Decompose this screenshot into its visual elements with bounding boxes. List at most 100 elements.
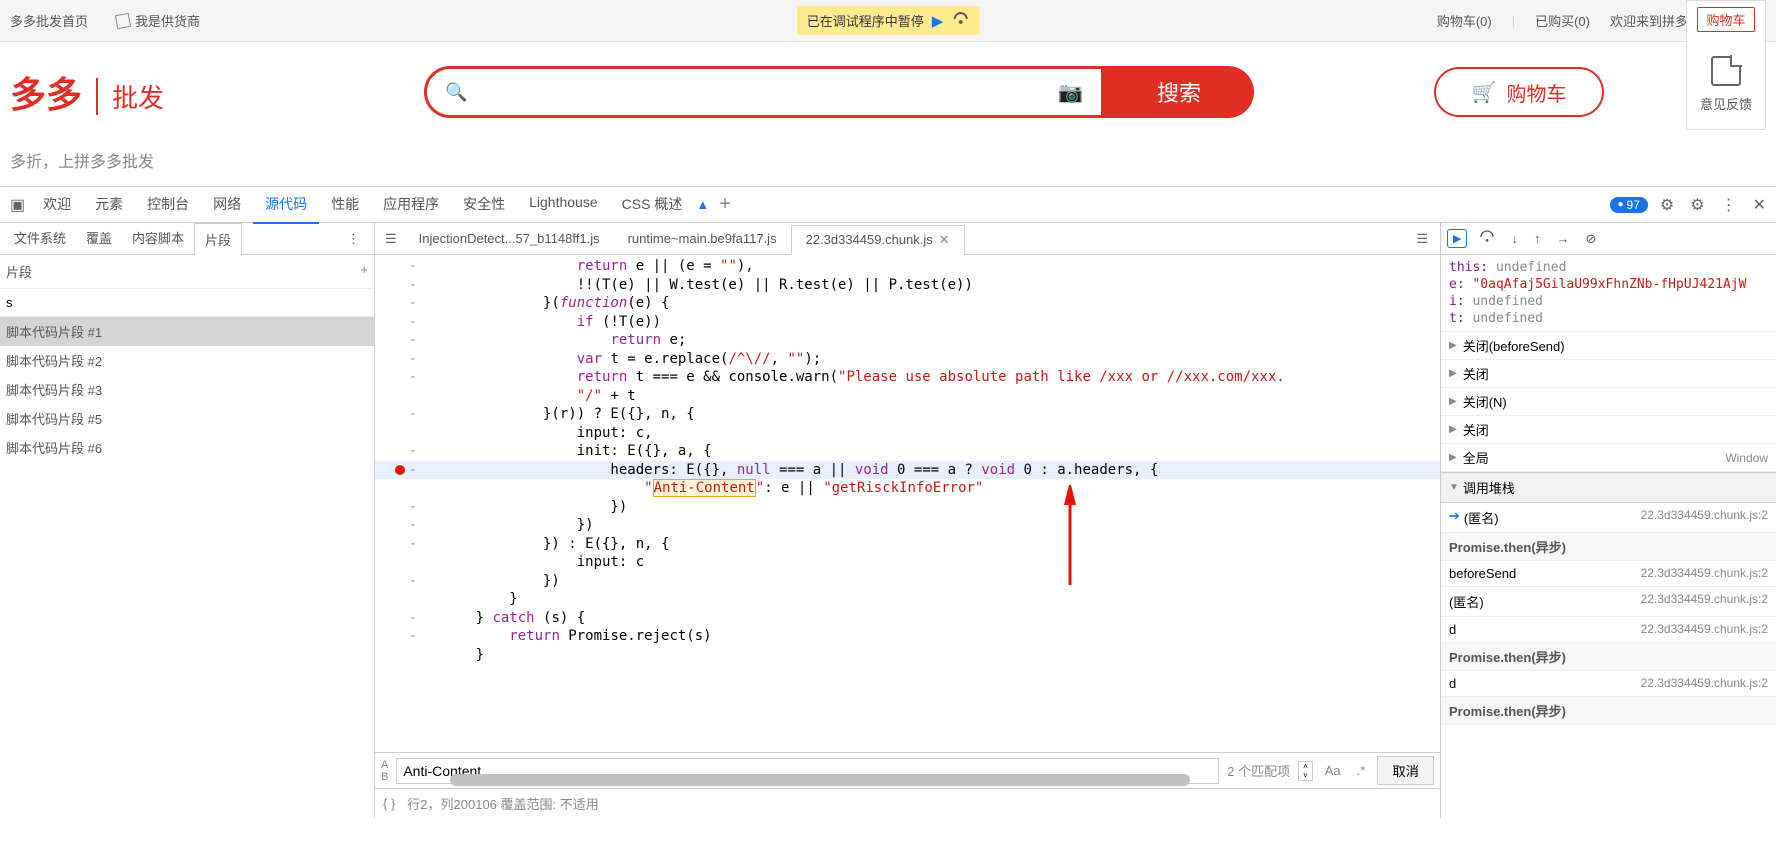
search-box: 🔍 📷 搜索 [424,66,1254,118]
add-snippet-icon[interactable]: + [360,262,368,281]
devtools-tab-源代码[interactable]: 源代码 [253,186,319,224]
devtools-tab-安全性[interactable]: 安全性 [451,186,517,224]
devtools-tab-Lighthouse[interactable]: Lighthouse [517,186,610,224]
nav-cart[interactable]: 购物车(0) [1437,11,1492,30]
css-beta-icon: ▲ [696,197,709,212]
regex-toggle[interactable]: .* [1353,763,1370,778]
cursor-position: 行2，列200106 覆盖范围: 不适用 [407,794,598,813]
site-header: 多多 批发 🔍 📷 搜索 🛒 购物车 [0,42,1776,142]
async-break: Promise.then(异步) [1441,533,1776,561]
issues-badge[interactable]: 97 [1610,197,1648,213]
callstack-header[interactable]: ▼调用堆栈 [1441,472,1776,503]
search-button[interactable]: 搜索 [1104,66,1254,118]
devtools-tab-性能[interactable]: 性能 [319,186,371,224]
tagline: 多折，上拼多多批发 [0,142,1776,186]
stack-frame[interactable]: (匿名)22.3d334459.chunk.js:2 [1441,587,1776,617]
search-input-wrap[interactable]: 🔍 📷 [424,66,1104,118]
breakpoint-icon[interactable]: { } [383,796,395,811]
case-toggle[interactable]: Aa [1321,763,1345,778]
step-over-button[interactable] [1475,229,1499,248]
more-icon[interactable]: ⋮ [1717,195,1741,215]
replace-toggle-icon[interactable]: AB [381,759,388,783]
cancel-button[interactable]: 取消 [1377,756,1434,785]
nav-supplier[interactable]: 我是供货商 [116,11,200,30]
side-cart-tab[interactable]: 购物车 [1697,7,1754,32]
snippet-item[interactable]: 脚本代码片段 #3 [0,375,374,404]
navigator-more-icon[interactable]: ⋮ [337,231,370,247]
gear-icon[interactable]: ⚙ [1686,195,1708,215]
nav-bought[interactable]: 已购买(0) [1535,11,1590,30]
close-icon[interactable]: ✕ [939,232,950,248]
stack-frame[interactable]: beforeSend22.3d334459.chunk.js:2 [1441,561,1776,587]
sources-navigator: 文件系统覆盖内容脚本片段 ⋮ 片段 + 脚本代码片段 #1脚本代码片段 #2脚本… [0,223,375,818]
snippet-item[interactable]: 脚本代码片段 #5 [0,404,374,433]
paused-text: 已在调试程序中暂停 [807,11,924,30]
async-break: Promise.then(异步) [1441,697,1776,725]
logo-main: 多多 [10,66,82,118]
inspect-icon[interactable]: ▣ [6,195,29,215]
logo[interactable]: 多多 批发 [10,66,164,118]
devtools-tabs: ▣ 欢迎元素控制台网络源代码性能应用程序安全性LighthouseCSS 概述 … [0,187,1776,223]
stack-frame[interactable]: (匿名)22.3d334459.chunk.js:2 [1441,503,1776,533]
devtools-tab-网络[interactable]: 网络 [201,186,253,224]
code-editor-panel: ☰ InjectionDetect...57_b1148ff1.jsruntim… [375,223,1441,818]
cart-icon: 🛒 [1472,80,1497,105]
snippet-item[interactable]: 脚本代码片段 #1 [0,317,374,346]
devtools-tab-应用程序[interactable]: 应用程序 [371,186,451,224]
feedback-panel: 购物车 意见反馈 [1686,0,1766,130]
stack-frame[interactable]: d22.3d334459.chunk.js:2 [1441,617,1776,643]
call-stack[interactable]: (匿名)22.3d334459.chunk.js:2Promise.then(异… [1441,503,1776,725]
step-into-button[interactable]: ↓ [1507,231,1522,246]
match-nav[interactable]: ˄˅ [1298,761,1313,781]
closure-row[interactable]: ▶关闭 [1441,360,1776,388]
add-tab-icon[interactable]: + [711,193,739,216]
stack-frame[interactable]: d22.3d334459.chunk.js:2 [1441,671,1776,697]
closure-row[interactable]: ▶全局Window [1441,444,1776,472]
nav-tab-内容脚本[interactable]: 内容脚本 [122,223,194,255]
show-navigator-icon[interactable]: ☰ [379,231,403,247]
feedback-text[interactable]: 意见反馈 [1700,94,1752,113]
resume-button[interactable]: ▶ [1447,229,1467,248]
nav-home[interactable]: 多多批发首页 [10,11,88,30]
file-tab[interactable]: runtime~main.be9fa117.js [614,224,791,254]
step-over-icon[interactable] [951,10,969,31]
code-editor[interactable]: - return e || (e = ""),- !!(T(e) || W.te… [375,255,1440,752]
devtools-tab-元素[interactable]: 元素 [83,186,135,224]
devtools-tab-CSS 概述[interactable]: CSS 概述 [610,186,695,224]
file-more-icon[interactable]: ☰ [1408,231,1436,247]
nav-tab-片段[interactable]: 片段 [194,223,242,256]
snippets-header: 片段 + [0,255,374,289]
nav-tab-文件系统[interactable]: 文件系统 [4,223,76,255]
close-icon[interactable]: ✕ [1749,195,1770,215]
snippet-item[interactable]: 脚本代码片段 #6 [0,433,374,462]
match-count: 2 个匹配项 [1227,761,1290,780]
devtools-tab-欢迎[interactable]: 欢迎 [31,186,83,224]
step-button[interactable]: → [1552,231,1573,246]
closure-row[interactable]: ▶关闭(N) [1441,388,1776,416]
devtools-tab-控制台[interactable]: 控制台 [135,186,201,224]
status-bar: { } 行2，列200106 覆盖范围: 不适用 [375,788,1440,818]
settings-icon[interactable]: ⚙ [1656,195,1678,215]
snippet-item[interactable]: 脚本代码片段 #2 [0,346,374,375]
resume-icon[interactable]: ▶ [932,12,944,30]
search-icon: 🔍 [445,82,467,103]
step-out-button[interactable]: ↑ [1530,231,1545,246]
nav-tab-覆盖[interactable]: 覆盖 [76,223,122,255]
cube-icon [115,12,131,28]
file-tab[interactable]: 22.3d334459.chunk.js ✕ [791,225,965,255]
closure-row[interactable]: ▶关闭(beforeSend) [1441,332,1776,360]
deactivate-breakpoints-button[interactable]: ⊘ [1581,231,1600,247]
camera-icon[interactable]: 📷 [1058,80,1083,105]
horizontal-scrollbar[interactable] [450,774,1190,786]
snippet-filter[interactable] [0,289,374,317]
scope-variables[interactable]: this: undefined e: "0aqAfaj5GilaU99xFhnZ… [1441,255,1776,332]
closure-list[interactable]: ▶关闭(beforeSend)▶关闭▶关闭(N)▶关闭▶全局Window [1441,332,1776,472]
file-tab[interactable]: InjectionDetect...57_b1148ff1.js [405,224,614,254]
debugger-controls: ▶ ↓ ↑ → ⊘ [1441,223,1776,255]
cart-button[interactable]: 🛒 购物车 [1434,67,1604,117]
snippet-list: 脚本代码片段 #1脚本代码片段 #2脚本代码片段 #3脚本代码片段 #5脚本代码… [0,317,374,462]
closure-row[interactable]: ▶关闭 [1441,416,1776,444]
debugger-paused-banner: 已在调试程序中暂停 ▶ [797,6,980,35]
logo-sub: 批发 [96,78,164,115]
edit-icon[interactable] [1711,56,1741,86]
